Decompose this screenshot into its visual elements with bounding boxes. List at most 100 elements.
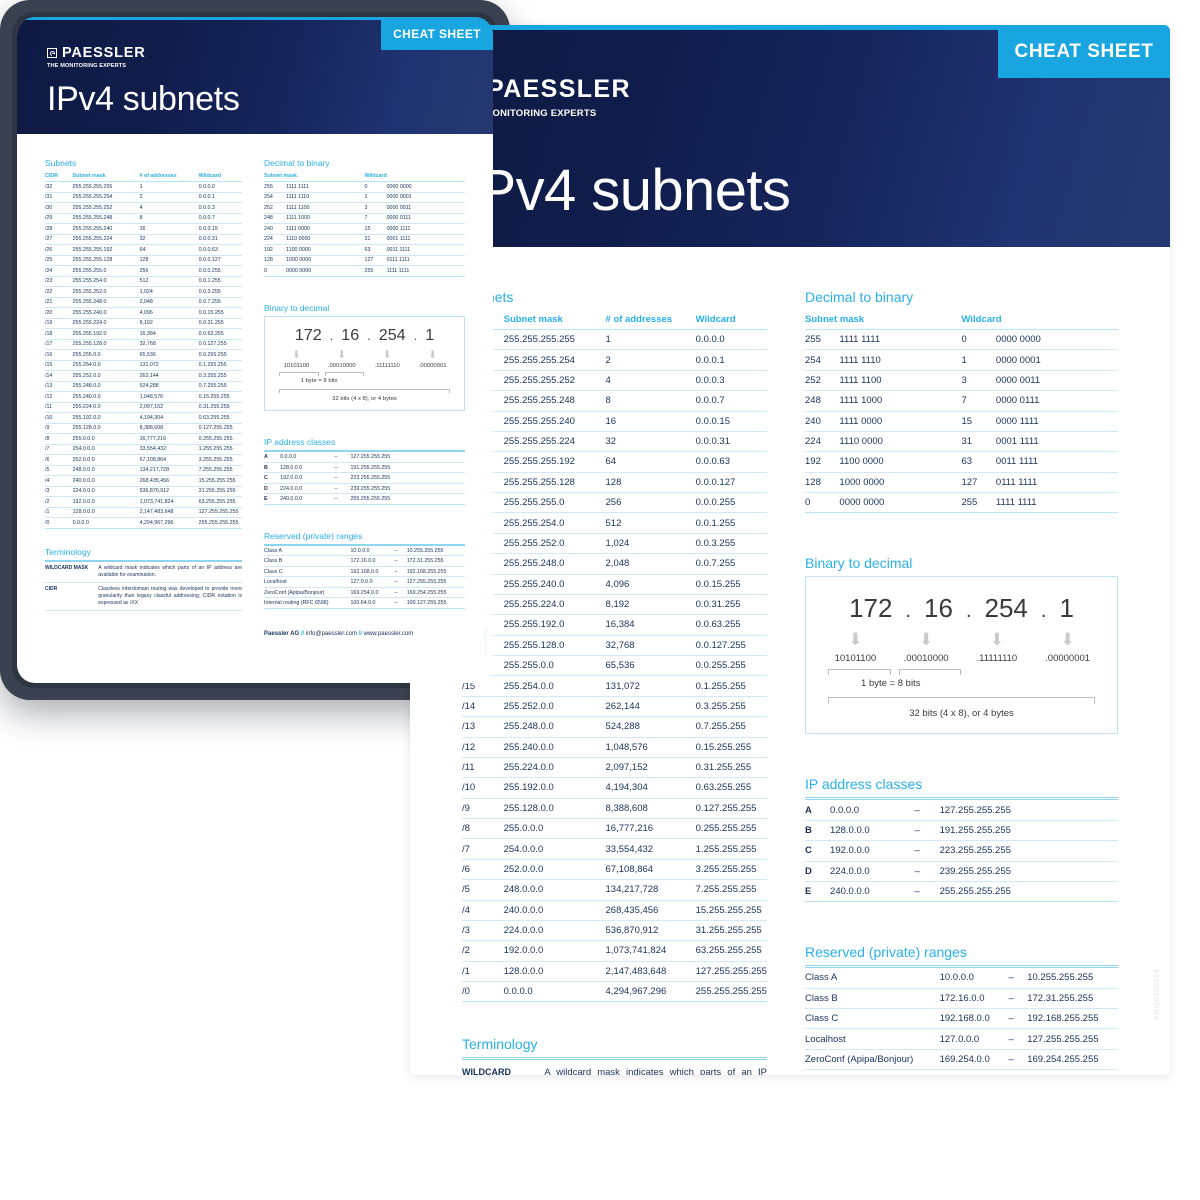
subnets-table: CIDRSubnet mask# of addressesWildcard /3… bbox=[462, 310, 767, 1003]
table-cell: 127.255.255.255 bbox=[939, 800, 1118, 821]
table-cell: 255.255.224.0 bbox=[72, 318, 140, 329]
table-cell: 169.254.0.0 bbox=[350, 587, 395, 599]
table-header-row: CIDRSubnet mask# of addressesWildcard bbox=[45, 171, 243, 182]
table-cell: 0.255.255.255 bbox=[695, 818, 767, 840]
table-row: /15 255.254.0.0 131,072 0.1.255.255 bbox=[45, 360, 243, 371]
table-row: 0 0000 0000 255 1111 1111 bbox=[264, 265, 465, 277]
table-row: 248 1111 1000 7 0000 0111 bbox=[264, 213, 465, 224]
table-cell: 0000 0000 bbox=[995, 329, 1118, 351]
ip-octet: 254 bbox=[378, 326, 406, 345]
table-cell: 0011 1111 bbox=[995, 451, 1118, 473]
table-row: 240 1111 0000 15 0000 1111 bbox=[264, 223, 465, 235]
tablet-screen: PAESSLER THE MONITORING EXPERTS CHEAT SH… bbox=[17, 17, 493, 683]
table-cell: 248.0.0.0 bbox=[72, 465, 140, 476]
table-cell: /15 bbox=[45, 360, 73, 371]
table-cell: 0000 0011 bbox=[386, 202, 465, 214]
footer: Paessler AG // info@paessler.com // www.… bbox=[264, 631, 465, 637]
byte-bracket bbox=[279, 372, 320, 377]
class-letter: B bbox=[805, 820, 831, 842]
table-cell: 255.248.0.0 bbox=[72, 381, 140, 392]
table-cell: 1100 0000 bbox=[839, 451, 962, 473]
tablet-sheet-body: Subnets CIDR Subnet mask # of addresses Wil… bbox=[17, 134, 493, 683]
table-cell: 0000 0000 bbox=[386, 181, 465, 193]
table-cell: 33,554,432 bbox=[139, 444, 199, 455]
arrow-row: ⬇ ⬇ ⬇ ⬇ bbox=[820, 631, 1103, 648]
table-cell: 1,073,741,824 bbox=[605, 940, 696, 962]
table-cell: 8 bbox=[605, 390, 696, 412]
table-cell: 191.255.255.255 bbox=[939, 820, 1118, 842]
table-cell: 0.0.127.255 bbox=[695, 635, 767, 657]
table-cell: 255.255.255.254 bbox=[72, 192, 140, 203]
table-row: B 128.0.0.0–191.255.255.255 bbox=[264, 462, 465, 474]
table-cell: 31.255.255.255 bbox=[695, 920, 767, 942]
table-cell: Internal routing (RFC 6598) bbox=[264, 597, 351, 609]
terminology-definition: A wildcard mask indicates which parts of… bbox=[98, 564, 242, 578]
table-cell: 0011 1111 bbox=[386, 244, 465, 256]
range-dash: – bbox=[1008, 1049, 1028, 1071]
table-cell: 1000 0000 bbox=[839, 472, 962, 494]
ip-address-classes-table: A 0.0.0.0–127.255.255.255 B 128.0.0.0–191.2… bbox=[264, 452, 465, 505]
table-row: E 240.0.0.0–255.255.255.255 bbox=[264, 493, 465, 505]
table-cell: 255.255.192.0 bbox=[72, 328, 140, 340]
section-title-ip-address-classes: IP address classes bbox=[805, 776, 923, 793]
table-row: /25255.255.255.1281280.0.0.127 bbox=[45, 255, 243, 266]
table-cell: 7.255.255.255 bbox=[695, 879, 767, 901]
ip-octet: 1 bbox=[425, 326, 435, 345]
table-row: 255 1111 1111 0 0000 0000 bbox=[805, 329, 1118, 351]
table-cell: 0.0.0.0 bbox=[503, 981, 606, 1003]
table-cell: /8 bbox=[462, 818, 504, 840]
table-cell: 255.252.0.0 bbox=[503, 696, 606, 718]
table-cell: 16,777,216 bbox=[605, 818, 696, 840]
table-cell: 127.255.255.255 bbox=[695, 961, 767, 983]
table-cell: 100.64.0.0 bbox=[939, 1069, 1009, 1075]
table-cell: 3 bbox=[961, 370, 996, 392]
table-row: 192 1100 0000 63 0011 1111 bbox=[805, 451, 1118, 473]
table-cell: 0.0.0.1 bbox=[695, 349, 767, 371]
table-cell: 127.0.0.0 bbox=[350, 576, 395, 588]
table-cell: 255.255.240.0 bbox=[503, 574, 606, 595]
table-cell: /9 bbox=[45, 423, 73, 434]
class-letter: B bbox=[264, 462, 281, 474]
table-cell: /12 bbox=[462, 737, 504, 758]
table-cell: ZeroConf (Apipa/Bonjour) bbox=[264, 587, 351, 599]
column-header: Subnet mask bbox=[72, 171, 140, 182]
column-header: Wildcard bbox=[695, 310, 767, 330]
table-cell: 32 bbox=[139, 234, 199, 245]
table-cell: 192.0.0.0 bbox=[72, 496, 140, 508]
table-row: Localhost 127.0.0.0–127.255.255.255 bbox=[264, 576, 465, 588]
table-cell: 255.255.248.0 bbox=[503, 553, 606, 575]
table-cell: /2 bbox=[45, 496, 73, 508]
table-cell: 1000 0000 bbox=[286, 255, 365, 266]
table-cell: 255.255.255.128 bbox=[503, 472, 606, 494]
class-letter: D bbox=[805, 861, 831, 882]
table-row: /4 240.0.0.0 268,435,456 15.255.255.255 bbox=[462, 900, 767, 921]
table-row: 254 1111 1110 1 0000 0001 bbox=[805, 349, 1118, 371]
table-row: /29255.255.255.24880.0.0.7 bbox=[45, 213, 243, 224]
table-cell: /30 bbox=[45, 202, 73, 214]
table-cell: /21 bbox=[45, 297, 73, 308]
table-row: /8 255.0.0.0 16,777,216 0.255.255.255 bbox=[462, 818, 767, 840]
table-row: 128 1000 0000 127 0111 1111 bbox=[264, 255, 465, 266]
binary-octet: 10101100 bbox=[283, 363, 310, 370]
table-cell: 255.255.255.192 bbox=[503, 451, 606, 473]
section-title-terminology: Terminology bbox=[45, 546, 91, 557]
table-cell: /29 bbox=[45, 213, 73, 224]
table-row: /9 255.128.0.0 8,388,608 0.127.255.255 bbox=[462, 798, 767, 820]
table-cell: 127.0.0.0 bbox=[939, 1028, 1009, 1050]
table-cell: 0.0.0.0 bbox=[280, 452, 335, 463]
table-cell: 172.31.255.255 bbox=[406, 555, 465, 567]
table-cell: 0.0.0.15 bbox=[695, 411, 767, 432]
table-cell: /28 bbox=[45, 223, 73, 235]
table-row: /13 255.248.0.0 524,288 0.7.255.255 bbox=[462, 716, 767, 738]
terminology-definition: Classless interdomain routing was develo… bbox=[98, 585, 242, 606]
table-row: 192 1100 0000 63 0011 1111 bbox=[264, 244, 465, 256]
table-cell: 262,144 bbox=[605, 696, 696, 718]
terminology-list: WILDCARD MASK A wildcard mask indicates w… bbox=[462, 1060, 767, 1075]
range-dash: – bbox=[914, 820, 940, 842]
table-cell: 4,294,967,296 bbox=[605, 981, 696, 1003]
table-row: Class B 172.16.0.0–172.31.255.255 bbox=[264, 555, 465, 567]
binary-octet: .00010000 bbox=[327, 363, 356, 370]
table-cell: /17 bbox=[45, 339, 73, 350]
table-cell: 4,194,304 bbox=[139, 412, 199, 424]
binary-octet: .00000001 bbox=[1045, 653, 1091, 665]
